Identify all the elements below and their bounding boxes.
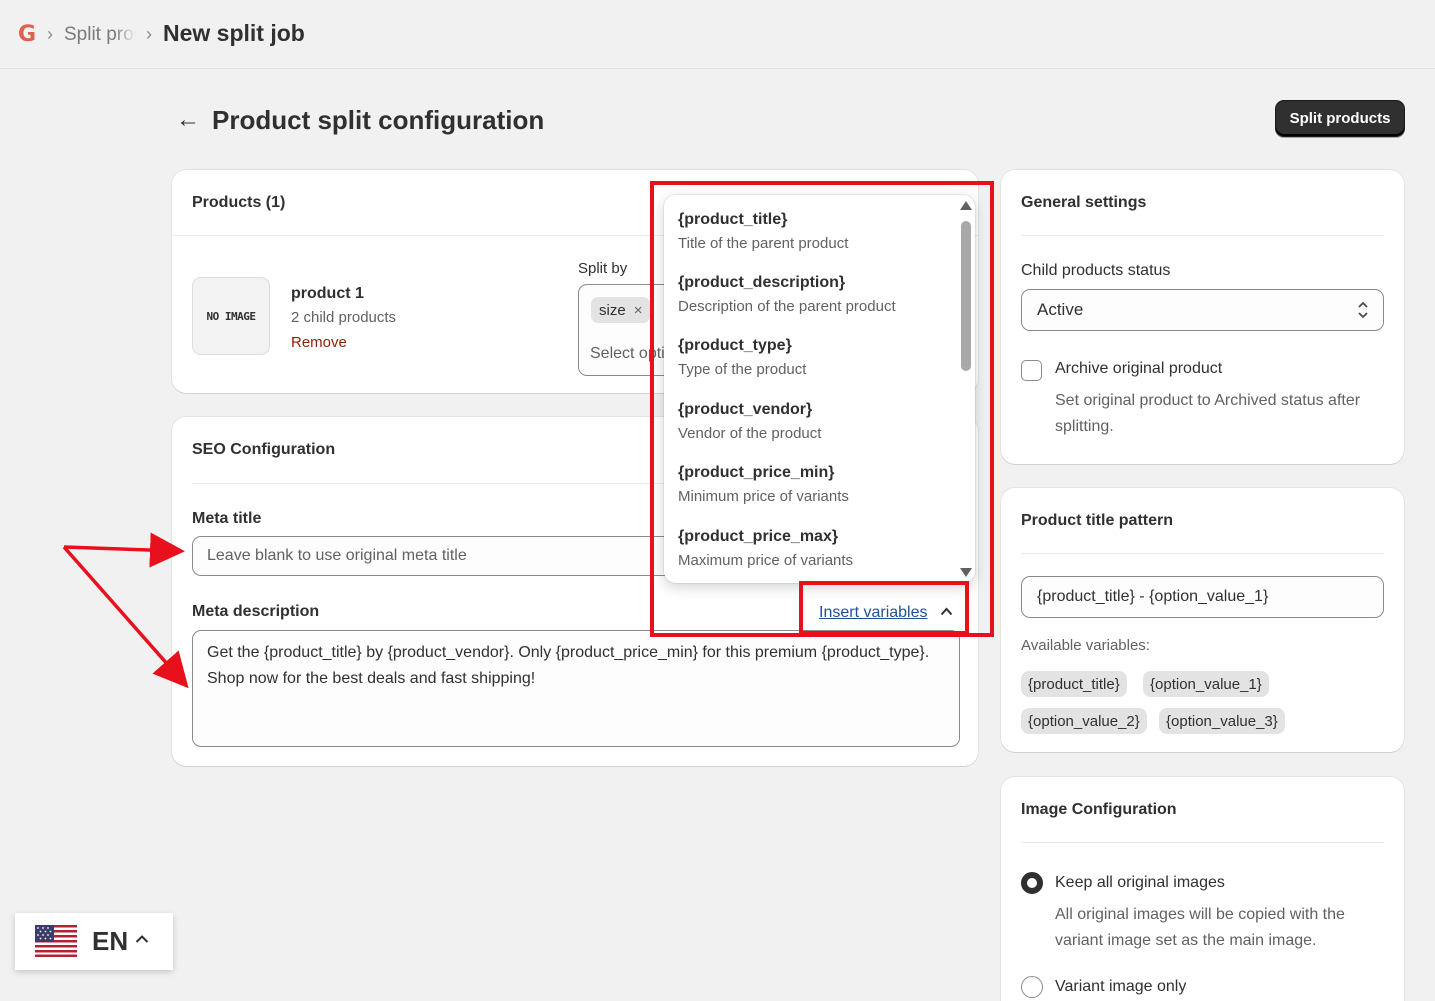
general-settings-card: General settings Child products status A…: [1001, 170, 1404, 464]
variant-image-only-label: Variant image only: [1055, 978, 1187, 995]
variant-image-only-radio[interactable]: [1021, 976, 1043, 998]
select-arrows-icon: [1357, 300, 1369, 322]
child-status-select[interactable]: Active: [1021, 289, 1384, 331]
annotation-highlight-popover: [650, 181, 994, 637]
child-status-value: Active: [1037, 300, 1084, 319]
annotation-arrow-icon: [62, 545, 189, 689]
meta-description-label: Meta description: [192, 603, 320, 620]
image-config-title: Image Configuration: [1021, 801, 1177, 818]
language-switcher[interactable]: EN: [15, 913, 173, 970]
chevron-up-icon: [135, 931, 149, 949]
archive-original-checkbox[interactable]: [1021, 360, 1042, 381]
app-logo-icon[interactable]: G: [18, 22, 36, 47]
meta-title-label: Meta title: [192, 510, 262, 527]
annotation-arrow-icon: [63, 532, 185, 568]
archive-help-text: Set original product to Archived status …: [1055, 392, 1361, 435]
variable-chip[interactable]: {option_value_1}: [1143, 671, 1269, 697]
remove-product-link[interactable]: Remove: [291, 334, 347, 351]
divider: [1021, 842, 1384, 843]
language-code: EN: [92, 926, 129, 956]
split-by-label: Split by: [578, 260, 628, 277]
close-icon[interactable]: ×: [634, 302, 643, 319]
variable-chip[interactable]: {option_value_3}: [1159, 708, 1285, 734]
split-products-button[interactable]: Split products: [1275, 100, 1405, 137]
breadcrumb-current: New split job: [163, 20, 305, 46]
top-bar: G › Split products › New split job: [0, 0, 1435, 69]
child-status-label: Child products status: [1021, 262, 1171, 279]
image-configuration-card: Image Configuration Keep all original im…: [1001, 777, 1404, 1001]
back-arrow-icon[interactable]: ←: [176, 106, 200, 134]
breadcrumb-previous[interactable]: Split products: [64, 24, 136, 46]
divider: [1021, 553, 1384, 554]
child-products-count: 2 child products: [291, 309, 397, 326]
product-name: product 1: [291, 285, 364, 302]
variable-chip[interactable]: {product_title}: [1021, 671, 1127, 697]
title-pattern-card: Product title pattern {product_title} - …: [1001, 488, 1404, 752]
breadcrumb-separator-icon: ›: [146, 24, 152, 44]
variable-chip[interactable]: {option_value_2}: [1021, 708, 1147, 734]
divider: [1021, 235, 1384, 236]
archive-original-label: Archive original product: [1055, 360, 1223, 377]
page-title: Product split configuration: [212, 105, 545, 135]
meta-description-textarea[interactable]: Get the {product_title} by {product_vend…: [192, 630, 960, 747]
split-by-tag: size ×: [591, 297, 651, 323]
keep-images-help: All original images will be copied with …: [1055, 906, 1345, 949]
general-settings-title: General settings: [1021, 194, 1147, 211]
tag-label: size: [599, 301, 626, 319]
title-pattern-title: Product title pattern: [1021, 512, 1174, 529]
title-pattern-input[interactable]: {product_title} - {option_value_1}: [1021, 576, 1384, 618]
keep-images-label: Keep all original images: [1055, 874, 1225, 891]
available-variables-label: Available variables:: [1021, 637, 1150, 654]
product-thumbnail-placeholder: NO IMAGE: [192, 277, 270, 355]
us-flag-icon: [35, 925, 77, 962]
breadcrumb-separator-icon: ›: [47, 24, 53, 44]
seo-card-title: SEO Configuration: [192, 441, 336, 458]
keep-images-radio[interactable]: [1021, 872, 1043, 894]
products-card-title: Products (1): [192, 194, 286, 211]
annotation-highlight-insert-variables: [799, 581, 969, 635]
